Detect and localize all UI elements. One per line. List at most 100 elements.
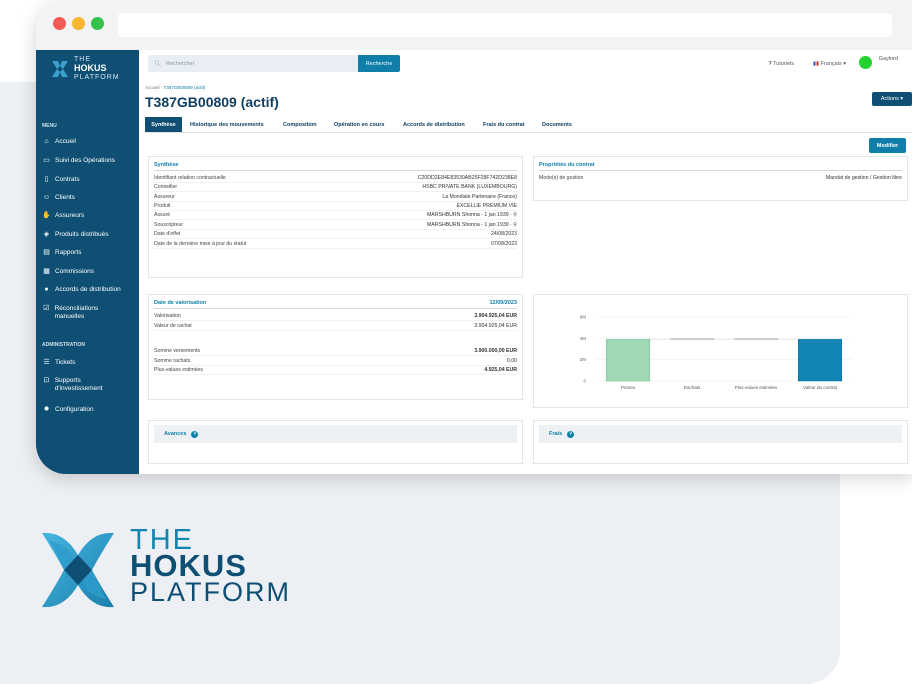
checkbox-icon: ☑	[43, 305, 50, 312]
valorisation-title-text: Date de valorisation	[154, 300, 207, 306]
tab-synthese[interactable]: Synthèse	[145, 117, 182, 132]
row-value: Mandat de gestion / Gestion libre	[825, 174, 902, 181]
sidebar-item-label: Commissions	[55, 268, 95, 275]
browser-window: THE HOKUS PLATFORM MENU ⌂ Accueil ▭ Suivi …	[36, 0, 912, 474]
chart-bar[interactable]	[605, 339, 651, 382]
avances-panel: Avances ˅	[148, 420, 523, 464]
row-label: Assureur	[154, 193, 175, 200]
coin-icon: ●	[44, 286, 49, 293]
row-value[interactable]: MARSHBURN Shonna - 1 jan 1939 · ⚲	[427, 222, 517, 228]
breadcrumb-home[interactable]: Accueil	[145, 85, 160, 90]
page-title: T387GB00809 (actif)	[145, 94, 279, 110]
sidebar-item-produits[interactable]: ◈ Produits distribués	[36, 231, 139, 239]
list-icon: ☰	[43, 359, 50, 366]
avances-label: Avances	[164, 431, 187, 437]
search-icon: 🔍︎	[154, 60, 161, 67]
search-placeholder: Rechercher	[165, 60, 195, 67]
users-icon: ☺	[42, 194, 51, 201]
row-value[interactable]: MARSHBURN Shonna - 1 jan 1939 · ⚲	[427, 212, 517, 218]
sidebar-item-configuration[interactable]: ✹ Configuration	[36, 406, 139, 414]
frais-panel: Frais ˅	[533, 420, 908, 464]
row-value: HSBC PRIVATE BANK (LUXEMBOURG)	[422, 183, 517, 190]
row-value: La Mondiale Partenaire (France)	[442, 193, 517, 200]
row-label: Somme versements	[154, 347, 201, 354]
sidebar-item-supports[interactable]: ⊡ Supports d'investissement	[36, 377, 128, 393]
sidebar-item-contrats[interactable]: ▯ Contrats	[36, 176, 139, 184]
tab-historique[interactable]: Historique des mouvements	[190, 117, 264, 132]
sidebar-item-commissions[interactable]: ▦ Commissions	[36, 268, 139, 276]
actions-button[interactable]: Actions ▾	[872, 92, 912, 106]
sidebar-item-reconciliations[interactable]: ☑ Réconciliations manuelles	[36, 305, 126, 321]
valorisation-date: 12/09/2023	[489, 300, 517, 306]
tab-frais[interactable]: Frais du contrat	[483, 117, 525, 132]
sidebar-logo-line3: PLATFORM	[74, 74, 120, 81]
chart-bar[interactable]	[797, 339, 843, 382]
sidebar-item-accueil[interactable]: ⌂ Accueil	[36, 138, 139, 146]
user-name[interactable]: Gaylord	[879, 56, 898, 62]
sidebar-logo[interactable]: THE HOKUS PLATFORM	[36, 50, 139, 87]
tab-accords[interactable]: Accords de distribution	[403, 117, 465, 132]
sidebar-item-label: Rapports	[55, 249, 82, 256]
sidebar-item-label: Tickets	[55, 359, 76, 366]
row-label: Date d'effet	[154, 230, 181, 237]
sidebar-item-assureurs[interactable]: ✋ Assureurs	[36, 212, 139, 220]
sidebar-item-label: Assureurs	[55, 212, 85, 219]
valorisation-row: Valorisation 3.904.925,04 EUR	[154, 311, 517, 321]
sidebar-item-clients[interactable]: ☺ Clients	[36, 194, 139, 202]
sidebar-item-accords[interactable]: ● Accords de distribution	[36, 286, 139, 294]
avatar[interactable]	[859, 56, 872, 69]
maximize-window-button[interactable]	[91, 17, 104, 30]
proprietes-title: Propriétés du contrat	[539, 162, 902, 171]
close-window-button[interactable]	[53, 17, 66, 30]
sidebar-item-label: Accueil	[55, 138, 76, 145]
modifier-button[interactable]: Modifier	[869, 138, 906, 153]
tutorials-link[interactable]: ❓︎ Tutoriels	[768, 61, 794, 68]
minimize-window-button[interactable]	[72, 17, 85, 30]
row-label: Identifiant relation contractuelle	[154, 174, 226, 181]
search-input[interactable]: 🔍︎ Rechercher	[148, 55, 358, 72]
row-label: Mode(s) de gestion	[539, 174, 584, 181]
row-label: Produit	[154, 202, 171, 209]
search-button[interactable]: Recherche	[358, 55, 400, 72]
home-icon: ⌂	[44, 138, 49, 145]
money-icon: ▦	[43, 268, 50, 275]
sidebar-item-tickets[interactable]: ☰ Tickets	[36, 359, 139, 367]
row-value: EXCELLIE PREMIUM VIE	[456, 202, 517, 209]
row-label: Valeur de rachat	[154, 322, 192, 329]
chart-panel: 6M 4M 2M 0 Primes Rachats Plus-values estimées…	[533, 294, 908, 408]
tab-composition[interactable]: Composition	[283, 117, 317, 132]
valorisation-title: Date de valorisation 12/09/2023	[154, 300, 517, 309]
breadcrumb-current[interactable]: T387GB00809 (actif)	[163, 85, 205, 90]
tab-operation-en-cours[interactable]: Opération en cours	[334, 117, 384, 132]
sidebar-item-suivi-operations[interactable]: ▭ Suivi des Opérations	[36, 157, 139, 165]
proprietes-row: Mode(s) de gestion Mandat de gestion / Ge…	[539, 173, 902, 182]
inbox-icon: ▭	[43, 157, 50, 164]
row-label: Somme rachats	[154, 357, 191, 364]
sidebar-item-label: Accords de distribution	[55, 286, 121, 293]
x-tick-label: Primes	[621, 385, 636, 390]
row-value: 3.904.925,04 EUR	[474, 322, 517, 329]
brand-line3: PLATFORM	[130, 577, 292, 607]
breadcrumb: Accueil › T387GB00809 (actif)	[145, 85, 206, 90]
gear-icon: ✹	[43, 406, 50, 413]
row-value: C20DD2E84E83530AB25F28F742D238E8	[417, 174, 517, 181]
sidebar-item-label: Produits distribués	[55, 231, 109, 238]
tab-documents[interactable]: Documents	[542, 117, 572, 132]
tab-bar: Synthèse Historique des mouvements Compo…	[145, 117, 912, 133]
synthese-row: Date d'effet 24/08/2023	[154, 229, 517, 239]
sidebar-item-label: Supports d'investissement	[54, 377, 103, 392]
sidebar-item-rapports[interactable]: ▤ Rapports	[36, 249, 139, 257]
synthese-title: Synthèse	[154, 162, 517, 171]
frais-accordion[interactable]: Frais ˅	[539, 425, 902, 443]
valorisation-panel: Date de valorisation 12/09/2023 Valorisat…	[148, 294, 523, 400]
row-value: 0,00	[506, 357, 517, 364]
row-label: Conseiller	[154, 183, 178, 190]
hokus-logo-mark-icon	[42, 532, 114, 608]
y-tick-label: 2M	[580, 357, 587, 362]
row-label: Date de la dernière mise à jour du statu…	[154, 240, 247, 247]
sidebar-item-label: Clients	[55, 194, 75, 201]
address-bar[interactable]	[118, 13, 892, 37]
language-selector[interactable]: ▮▮ Français ▾	[813, 61, 846, 67]
file-icon: ▯	[44, 176, 49, 183]
avances-accordion[interactable]: Avances ˅	[154, 425, 517, 443]
